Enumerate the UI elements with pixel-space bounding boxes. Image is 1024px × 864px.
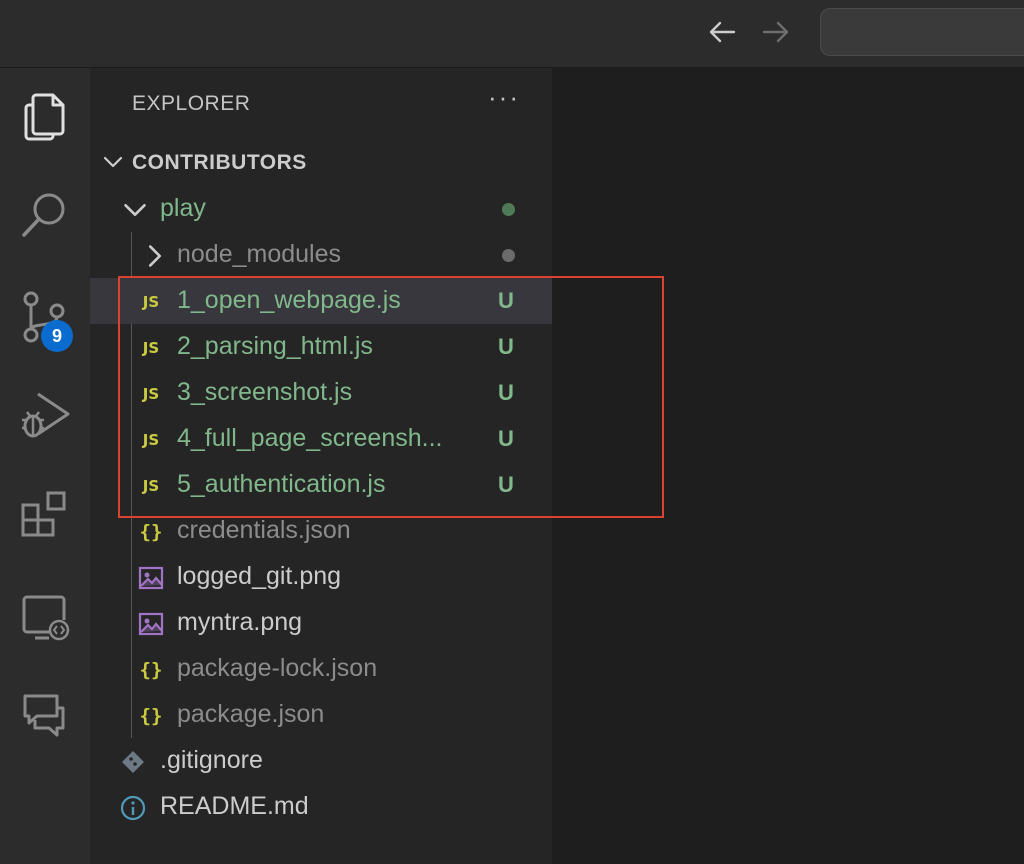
source-control-badge: 9 [41,320,73,352]
tree-file-package-lock-json[interactable]: {} package-lock.json [90,646,552,692]
tree-item-label: 1_open_webpage.js [177,286,401,314]
command-center-search[interactable] [820,8,1024,56]
tree-item-label: 2_parsing_html.js [177,332,373,360]
workspace-section-header[interactable]: CONTRIBUTORS [90,140,552,186]
search-icon [22,193,65,237]
workspace-title: CONTRIBUTORS [132,151,307,174]
title-bar [0,0,1024,68]
extensions-icon [21,491,66,537]
files-icon [24,93,65,141]
arrow-right-icon[interactable] [758,14,794,50]
run-debug-icon [22,392,70,438]
tree-file-5-authentication[interactable]: JS 5_authentication.js U [90,462,552,508]
untracked-status: U [498,380,514,405]
untracked-status: U [498,334,514,359]
editor-area[interactable] [552,68,1024,864]
explorer-header: EXPLORER [132,92,251,115]
tree-folder-node-modules[interactable]: node_modules [90,232,552,278]
activity-extensions[interactable] [0,480,90,550]
more-actions-button[interactable]: ··· [488,82,520,113]
tree-file-1-open-webpage[interactable]: JS 1_open_webpage.js U [90,278,552,324]
remote-explorer-icon [22,595,70,641]
tree-item-label: play [160,194,206,222]
activity-comments[interactable] [0,680,90,750]
ignored-dot [502,249,515,262]
arrow-left-icon[interactable] [704,14,740,50]
untracked-status: U [498,472,514,497]
tree-item-label: README.md [160,792,309,820]
git-icon [122,751,144,773]
tree-item-label: logged_git.png [177,562,342,590]
javascript-file-icon: JS [142,477,160,495]
activity-explorer[interactable] [0,82,90,152]
tree-file-myntra-png[interactable]: myntra.png [90,600,552,646]
untracked-status: U [498,288,514,313]
tree-file-gitignore[interactable]: .gitignore [90,738,552,784]
explorer-sidebar: EXPLORER ··· CONTRIBUTORS play node_modu… [90,68,552,864]
activity-bar: 9 [0,68,90,864]
tree-file-4-full-page-screenshot[interactable]: JS 4_full_page_screensh... U [90,416,552,462]
tree-file-credentials-json[interactable]: {} credentials.json [90,508,552,554]
javascript-file-icon: JS [142,385,160,403]
modified-dot [502,203,515,216]
json-file-icon: {} [139,521,163,543]
activity-remote-explorer[interactable] [0,582,90,652]
activity-search[interactable] [0,180,90,250]
image-file-icon [138,566,164,590]
tree-item-label: package-lock.json [177,654,378,682]
tree-item-label: package.json [177,700,325,728]
tree-file-readme-md[interactable]: README.md [90,784,552,830]
tree-item-label: 4_full_page_screensh... [177,424,443,452]
tree-file-3-screenshot[interactable]: JS 3_screenshot.js U [90,370,552,416]
tree-item-label: credentials.json [177,516,351,544]
chevron-down-icon [124,203,146,217]
tree-item-label: myntra.png [177,608,303,636]
javascript-file-icon: JS [142,293,160,311]
chevron-down-icon [103,156,123,168]
info-icon [120,795,146,821]
json-file-icon: {} [139,705,163,727]
javascript-file-icon: JS [142,339,160,357]
image-file-icon [138,612,164,636]
activity-source-control[interactable]: 9 [0,282,90,352]
tree-item-label: 5_authentication.js [177,470,386,498]
untracked-status: U [498,426,514,451]
tree-item-label: .gitignore [160,746,263,774]
activity-run-debug[interactable] [0,380,90,450]
tree-file-2-parsing-html[interactable]: JS 2_parsing_html.js U [90,324,552,370]
tree-file-package-json[interactable]: {} package.json [90,692,552,738]
tree-item-label: 3_screenshot.js [177,378,353,406]
json-file-icon: {} [139,659,163,681]
tree-item-label: node_modules [177,240,342,268]
chevron-right-icon [148,245,162,267]
tree-file-logged-git-png[interactable]: logged_git.png [90,554,552,600]
tree-folder-play[interactable]: play [90,186,552,232]
comments-icon [23,694,65,737]
javascript-file-icon: JS [142,431,160,449]
